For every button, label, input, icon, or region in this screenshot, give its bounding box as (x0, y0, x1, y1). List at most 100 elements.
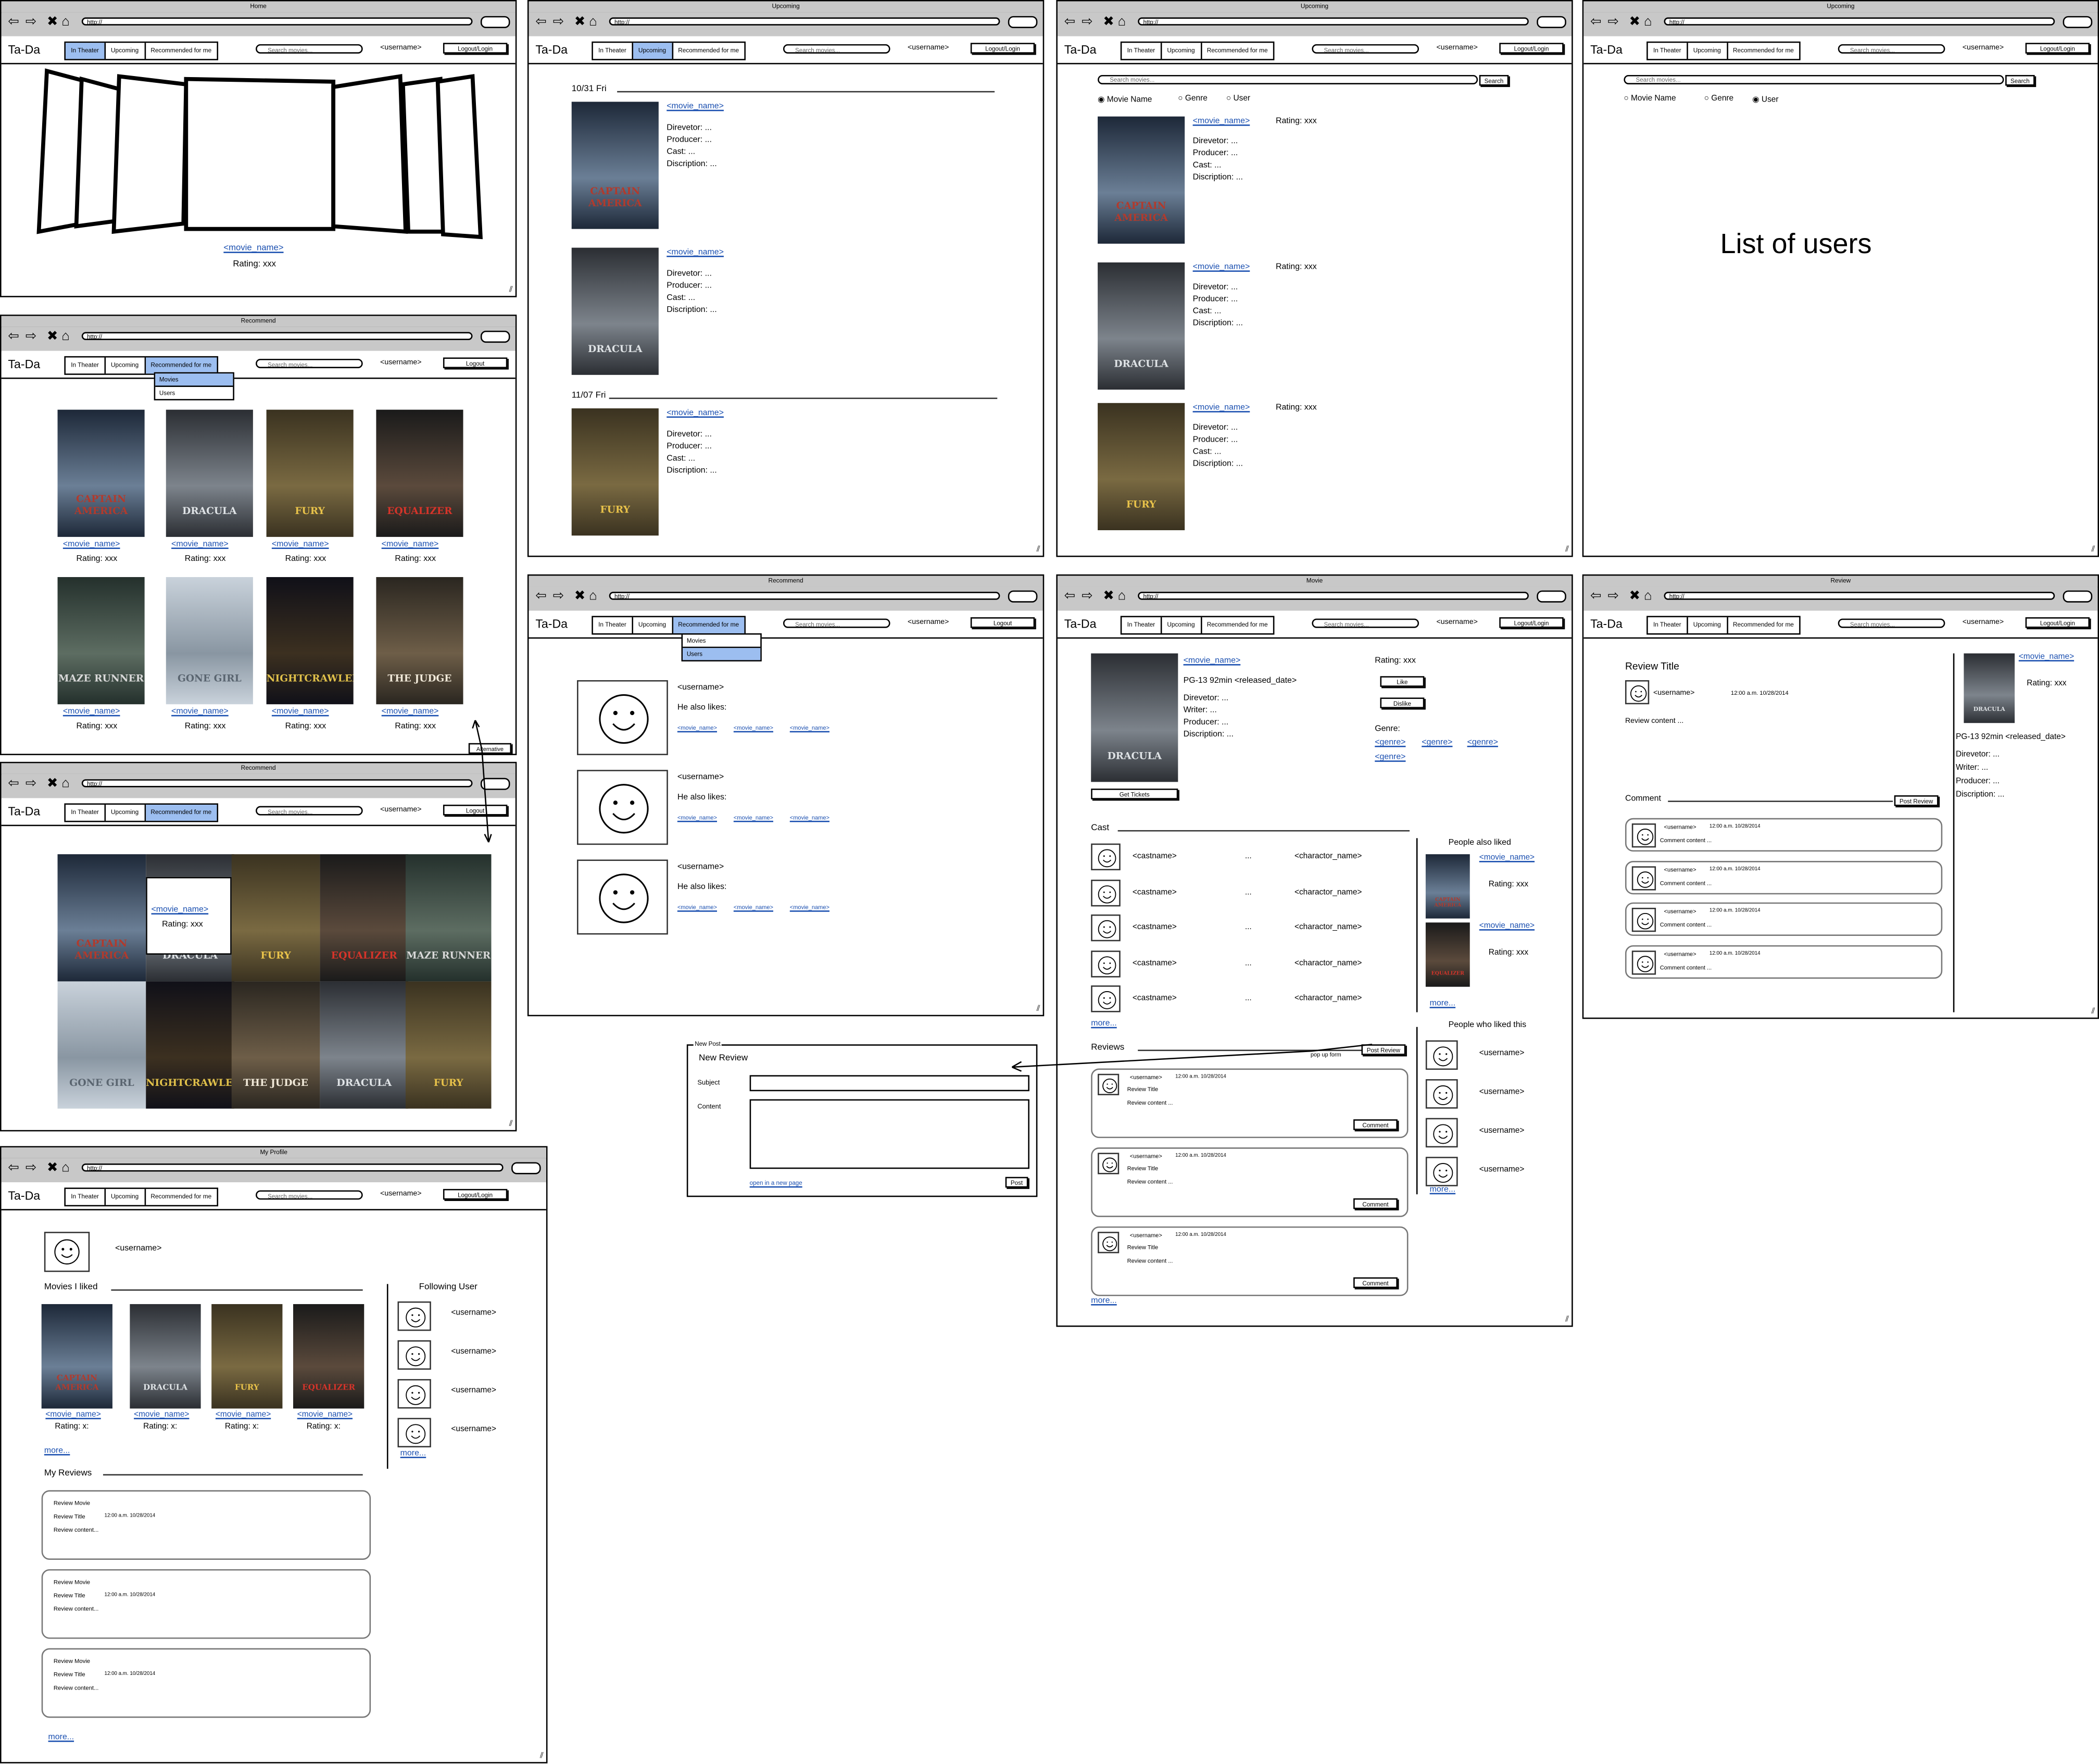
movie-name-link[interactable]: <movie_name> (1479, 854, 1535, 862)
movie-name-link[interactable]: <movie_name> (1193, 403, 1250, 412)
movie-name-link[interactable]: <movie_name> (1184, 656, 1241, 666)
poster-dracula[interactable]: DRACULA (1091, 653, 1178, 782)
forward-icon[interactable]: ⇨ (553, 14, 564, 32)
movie-name-link[interactable]: <movie_name> (223, 244, 283, 253)
close-icon[interactable]: ✖ (1629, 588, 1641, 607)
back-icon[interactable]: ⇦ (1590, 14, 1602, 32)
resize-grip-icon[interactable]: ⫽ (1037, 546, 1040, 554)
movie-name-link[interactable]: <movie_name> (216, 1411, 271, 1419)
back-icon[interactable]: ⇦ (8, 1159, 19, 1178)
search-input[interactable]: Search movies... (256, 358, 363, 368)
radio-user[interactable]: ◉ User (1752, 95, 1778, 104)
url-field[interactable]: http:// (1664, 17, 2055, 26)
more-link[interactable]: more... (44, 1446, 70, 1455)
liked-movie-link[interactable]: <movie_name> (677, 724, 717, 731)
resize-grip-icon[interactable]: ⫽ (2091, 546, 2095, 554)
movie-name-link[interactable]: <movie_name> (152, 905, 209, 915)
post-review-button[interactable]: Post Review (1894, 795, 1939, 806)
poster-dracula[interactable]: DRACULA (1098, 262, 1185, 390)
home-icon[interactable]: ⌂ (589, 14, 597, 32)
back-icon[interactable]: ⇦ (1590, 588, 1602, 607)
liked-movie-link[interactable]: <movie_name> (677, 904, 717, 910)
home-icon[interactable]: ⌂ (61, 328, 70, 347)
logout-login-button[interactable]: Logout/Login (443, 1188, 508, 1200)
logout-login-button[interactable]: Logout/Login (1499, 43, 1564, 54)
more-link[interactable]: more... (1091, 1296, 1117, 1306)
genre-link[interactable]: <genre> (1375, 738, 1405, 747)
movie-name-link[interactable]: <movie_name> (667, 408, 724, 418)
movie-name-link[interactable]: <movie_name> (2019, 654, 2074, 661)
logout-button[interactable]: Logout (443, 357, 508, 368)
back-icon[interactable]: ⇦ (535, 588, 547, 607)
back-icon[interactable]: ⇦ (8, 775, 19, 794)
back-icon[interactable]: ⇦ (1064, 14, 1076, 32)
movie-name-link[interactable]: <movie_name> (667, 102, 724, 111)
home-icon[interactable]: ⌂ (589, 588, 597, 607)
tab-in-theater[interactable]: In Theater (66, 357, 106, 374)
resize-grip-icon[interactable]: ⫽ (540, 1753, 544, 1760)
tab-recommended[interactable]: Recommended for me (1728, 617, 1799, 633)
poster-equalizer[interactable]: EQUALIZER (1425, 922, 1470, 987)
movie-name-link[interactable]: <movie_name> (171, 707, 229, 716)
radio-genre[interactable]: ○ Genre (1704, 95, 1734, 103)
url-field[interactable]: http:// (609, 592, 1000, 600)
poster-dracula[interactable]: DRACULA (166, 409, 253, 537)
search-button[interactable]: Search (2005, 74, 2035, 86)
tab-in-theater[interactable]: In Theater (66, 1188, 106, 1205)
tab-upcoming[interactable]: Upcoming (633, 43, 673, 59)
more-link[interactable]: more... (48, 1733, 74, 1742)
tab-recommended[interactable]: Recommended for me (145, 805, 217, 821)
liked-movie-link[interactable]: <movie_name> (790, 904, 829, 910)
poster-fury[interactable]: FURY (211, 1304, 283, 1409)
liked-movie-link[interactable]: <movie_name> (734, 814, 773, 821)
poster-dracula[interactable]: DRACULA (1964, 653, 2015, 723)
poster-captain[interactable]: CAPTAIN AMERICA (1098, 116, 1185, 244)
close-icon[interactable]: ✖ (47, 775, 58, 794)
search-input[interactable]: Search movies... (1838, 44, 1945, 54)
forward-icon[interactable]: ⇨ (553, 588, 564, 607)
tab-recommended[interactable]: Recommended for me (1201, 43, 1273, 59)
poster-captain[interactable]: CAPTAIN AMERICA (571, 102, 659, 229)
comment-button[interactable]: Comment (1353, 1198, 1398, 1209)
browser-search-field[interactable] (511, 1162, 541, 1174)
logout-login-button[interactable]: Logout/Login (2025, 43, 2090, 54)
movie-name-link[interactable]: <movie_name> (63, 540, 120, 549)
poster-equalizer[interactable]: EQUALIZER (376, 409, 463, 537)
get-tickets-button[interactable]: Get Tickets (1091, 789, 1178, 799)
movie-name-link[interactable]: <movie_name> (134, 1411, 189, 1419)
movie-name-link[interactable]: <movie_name> (667, 248, 724, 257)
review-card[interactable]: Review Movie Review Title 12:00 a.m. 10/28… (41, 1648, 371, 1718)
poster-captain[interactable]: CAPTAIN AMERICA (41, 1304, 112, 1409)
url-field[interactable]: http:// (81, 332, 473, 340)
tab-in-theater[interactable]: In Theater (1648, 617, 1688, 633)
forward-icon[interactable]: ⇨ (26, 328, 37, 347)
search-input[interactable]: Search movies... (783, 618, 890, 628)
search-input[interactable]: Search movies... (1838, 618, 1945, 628)
search-input[interactable]: Search movies... (256, 806, 363, 816)
radio-user[interactable]: ○ User (1226, 95, 1250, 103)
home-icon[interactable]: ⌂ (61, 1159, 70, 1178)
home-icon[interactable]: ⌂ (1118, 588, 1126, 607)
menu-item-users[interactable]: Users (155, 387, 233, 399)
liked-movie-link[interactable]: <movie_name> (734, 904, 773, 910)
logout-login-button[interactable]: Logout/Login (970, 43, 1035, 54)
browser-search-field[interactable] (2063, 16, 2093, 28)
more-link[interactable]: more... (1091, 1019, 1117, 1028)
poster-judge[interactable]: THE JUDGE (231, 981, 320, 1109)
forward-icon[interactable]: ⇨ (1608, 14, 1619, 32)
poster-equalizer[interactable]: EQUALIZER (293, 1304, 365, 1409)
browser-search-field[interactable] (480, 16, 510, 28)
poster-judge[interactable]: THE JUDGE (376, 577, 463, 705)
forward-icon[interactable]: ⇨ (1082, 14, 1093, 32)
tab-upcoming[interactable]: Upcoming (1162, 617, 1202, 633)
movie-name-link[interactable]: <movie_name> (1193, 117, 1250, 126)
more-link[interactable]: more... (1430, 999, 1456, 1008)
genre-link[interactable]: <genre> (1375, 753, 1405, 762)
close-icon[interactable]: ✖ (574, 14, 586, 32)
review-card[interactable]: Review Movie Review Title 12:00 a.m. 10/28… (41, 1569, 371, 1639)
movie-name-link[interactable]: <movie_name> (63, 707, 120, 716)
back-icon[interactable]: ⇦ (535, 14, 547, 32)
close-icon[interactable]: ✖ (47, 1159, 58, 1178)
search-input[interactable]: Search movies... (256, 1190, 363, 1200)
forward-icon[interactable]: ⇨ (26, 14, 37, 32)
